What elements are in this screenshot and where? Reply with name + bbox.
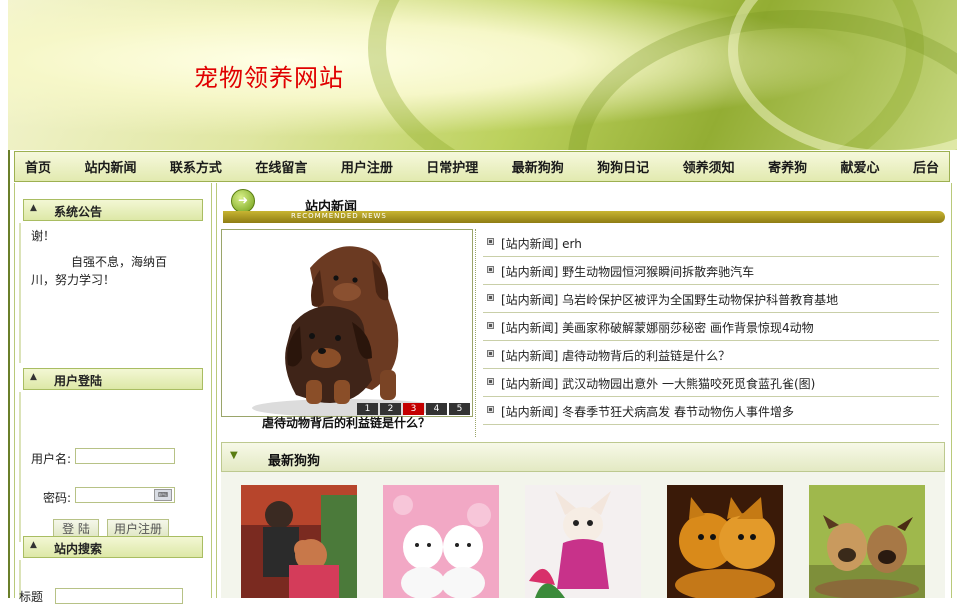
bullet-icon: [487, 266, 494, 273]
bullet-icon: [487, 294, 494, 301]
news-item[interactable]: [站内新闻] 虐待动物背后的利益链是什么？: [483, 341, 939, 369]
dachshund-puppies-image: [222, 230, 472, 416]
nav-admin[interactable]: 后台: [913, 157, 939, 176]
arrow-right-icon: ➜: [231, 189, 255, 213]
search-header: ▲ 站内搜索: [23, 536, 203, 558]
nav-register[interactable]: 用户注册: [341, 157, 393, 176]
search-title: 站内搜索: [54, 542, 103, 556]
notice-title: 系统公告: [54, 205, 103, 219]
news-item[interactable]: [站内新闻] 武汉动物园出意外 一大熊猫咬死觅食蓝孔雀(图): [483, 369, 939, 397]
search-body: 标题: [19, 560, 209, 604]
news-item[interactable]: [站内新闻] erh: [483, 229, 939, 257]
username-label: 用户名:: [31, 452, 72, 466]
news-item[interactable]: [站内新闻] 冬春季节狂犬病高发 春节动物伤人事件增多: [483, 397, 939, 425]
login-body: 用户名: 密码: ⌨ 登 陆 用户注册: [19, 392, 209, 542]
news-item[interactable]: [站内新闻] 野生动物园恒河猴瞬间拆散奔驰汽车: [483, 257, 939, 285]
nav-message[interactable]: 在线留言: [255, 157, 307, 176]
nav-donate[interactable]: 献爱心: [841, 157, 880, 176]
nav-foster[interactable]: 寄养狗: [768, 157, 807, 176]
bullet-icon: [487, 378, 494, 385]
search-input[interactable]: [55, 588, 183, 604]
bullet-icon: [487, 406, 494, 413]
news-divider: [475, 229, 476, 437]
dog-thumb-white-puppies[interactable]: [383, 485, 499, 598]
dog-thumb-chihuahua[interactable]: [525, 485, 641, 598]
sidebar: ▲ 系统公告 谢！ 自强不息，海纳百川，努力学习！ ▲ 用户登陆 用户名: 密码…: [14, 183, 212, 604]
news-item[interactable]: [站内新闻] 乌岩岭保护区被评为全国野生动物保护科普教育基地: [483, 285, 939, 313]
latest-dogs-gallery: [221, 472, 945, 598]
nav-contact[interactable]: 联系方式: [170, 157, 222, 176]
nav-care[interactable]: 日常护理: [426, 157, 478, 176]
dog-thumb-poodle[interactable]: [241, 485, 357, 598]
main-nav: 首页 站内新闻 联系方式 在线留言 用户注册 日常护理 最新狗狗 狗狗日记 领养…: [14, 151, 950, 182]
triangle-icon: ▲: [30, 372, 37, 382]
notice-header: ▲ 系统公告: [23, 199, 203, 221]
nav-latest-dogs[interactable]: 最新狗狗: [512, 157, 564, 176]
triangle-icon: ▲: [30, 203, 37, 213]
nav-home[interactable]: 首页: [25, 157, 51, 176]
main-content: ➜ 站内新闻 RECOMMENDED NEWS 1 2 3 4 5 虐待动物背后…: [216, 183, 952, 598]
news-section-header: ➜ 站内新闻 RECOMMENDED NEWS: [223, 187, 945, 227]
dog-thumb-pug-puppies[interactable]: [809, 485, 925, 598]
page-left-edge: [8, 150, 10, 598]
bullet-icon: [487, 350, 494, 357]
password-input[interactable]: ⌨: [75, 487, 175, 503]
news-strip: RECOMMENDED NEWS: [223, 211, 945, 223]
bullet-icon: [487, 238, 494, 245]
search-field-label: 标题: [19, 590, 44, 604]
notice-body: 谢！ 自强不息，海纳百川，努力学习！: [19, 223, 209, 363]
news-list: [站内新闻] erh [站内新闻] 野生动物园恒河猴瞬间拆散奔驰汽车 [站内新闻…: [483, 229, 939, 425]
latest-dogs-header: ▼ 最新狗狗: [221, 442, 945, 472]
nav-news[interactable]: 站内新闻: [84, 157, 136, 176]
bullet-icon: [487, 322, 494, 329]
nav-adopt-guide[interactable]: 领养须知: [683, 157, 735, 176]
nav-dog-diary[interactable]: 狗狗日记: [597, 157, 649, 176]
site-title: 宠物领养网站: [194, 64, 344, 92]
notice-text-body: 自强不息，海纳百川，努力学习！: [31, 255, 168, 287]
notice-text-top: 谢！: [31, 229, 56, 243]
featured-news-caption[interactable]: 虐待动物背后的利益链是什么？: [221, 414, 471, 431]
news-strip-subtitle: RECOMMENDED NEWS: [291, 212, 387, 220]
news-item[interactable]: [站内新闻] 美画家称破解蒙娜丽莎秘密 画作背景惊现4动物: [483, 313, 939, 341]
featured-news-image[interactable]: 1 2 3 4 5: [221, 229, 473, 417]
login-title: 用户登陆: [54, 374, 103, 388]
site-banner: 宠物领养网站: [8, 0, 957, 150]
triangle-icon: ▲: [30, 540, 37, 550]
latest-dogs-title: 最新狗狗: [268, 454, 321, 469]
password-label: 密码:: [43, 491, 72, 505]
triangle-down-icon: ▼: [230, 450, 238, 461]
login-header: ▲ 用户登陆: [23, 368, 203, 390]
keyboard-icon[interactable]: ⌨: [154, 489, 172, 501]
username-input[interactable]: [75, 448, 175, 464]
dog-thumb-pomeranians[interactable]: [667, 485, 783, 598]
